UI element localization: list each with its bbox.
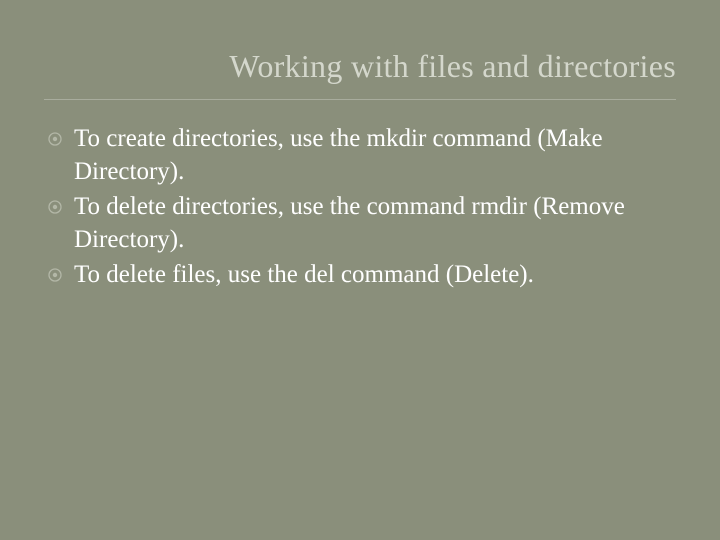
bullet-icon bbox=[48, 132, 62, 146]
bullet-icon bbox=[48, 200, 62, 214]
list-item: To delete directories, use the command r… bbox=[48, 190, 676, 256]
bullet-text: To delete files, use the del command (De… bbox=[74, 258, 676, 291]
slide: Working with files and directories To cr… bbox=[0, 0, 720, 540]
list-item: To delete files, use the del command (De… bbox=[48, 258, 676, 291]
list-item: To create directories, use the mkdir com… bbox=[48, 122, 676, 188]
bullet-list: To create directories, use the mkdir com… bbox=[44, 122, 676, 291]
slide-title: Working with files and directories bbox=[44, 48, 676, 100]
bullet-icon bbox=[48, 268, 62, 282]
bullet-text: To delete directories, use the command r… bbox=[74, 190, 676, 256]
bullet-text: To create directories, use the mkdir com… bbox=[74, 122, 676, 188]
